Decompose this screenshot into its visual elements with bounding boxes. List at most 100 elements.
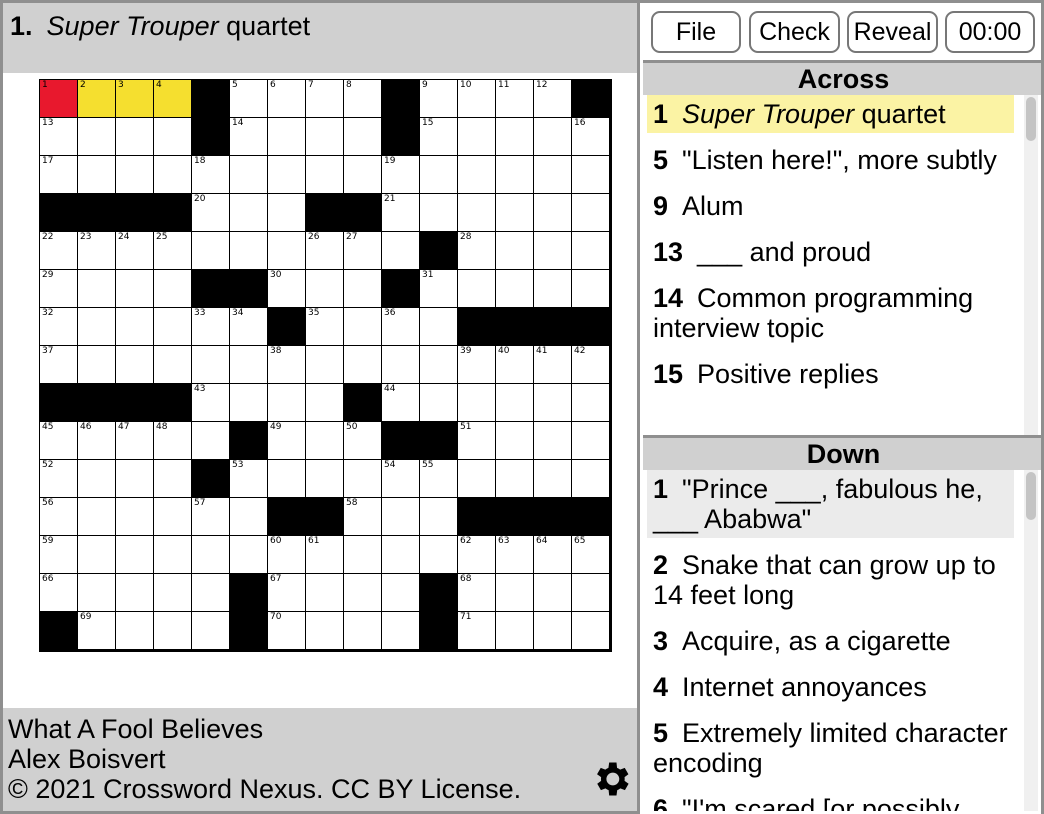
grid-cell[interactable]: 16 [572,118,609,155]
grid-cell[interactable] [192,612,229,649]
grid-cell[interactable]: 47 [116,422,153,459]
grid-cell[interactable] [496,118,533,155]
grid-cell[interactable] [420,536,457,573]
grid-cell[interactable] [192,574,229,611]
grid-cell[interactable] [458,156,495,193]
grid-cell[interactable]: 21 [382,194,419,231]
grid-cell[interactable]: 58 [344,498,381,535]
grid-cell[interactable] [534,270,571,307]
grid-cell[interactable] [78,460,115,497]
grid-cell[interactable]: 70 [268,612,305,649]
grid-cell[interactable]: 64 [534,536,571,573]
across-clue-9[interactable]: 9 Alum [647,187,1014,225]
grid-cell[interactable]: 34 [230,308,267,345]
grid-cell[interactable] [154,460,191,497]
grid-cell[interactable] [344,346,381,383]
grid-cell[interactable] [496,574,533,611]
grid-cell[interactable]: 52 [40,460,77,497]
grid-cell[interactable] [534,194,571,231]
grid-cell[interactable] [534,384,571,421]
grid-cell[interactable] [420,384,457,421]
grid-cell[interactable] [534,574,571,611]
grid-cell[interactable] [230,194,267,231]
grid-cell[interactable] [78,270,115,307]
grid-cell[interactable] [496,156,533,193]
down-clue-list[interactable]: 1 "Prince ___, fabulous he, ___ Ababwa" 2 S… [643,470,1044,811]
grid-cell[interactable]: 12 [534,80,571,117]
grid-cell[interactable] [420,156,457,193]
grid-cell[interactable]: 28 [458,232,495,269]
grid-cell[interactable]: 2 [78,80,115,117]
grid-cell[interactable]: 32 [40,308,77,345]
grid-cell[interactable] [306,118,343,155]
grid-cell[interactable] [572,194,609,231]
grid-cell[interactable] [192,422,229,459]
grid-cell[interactable]: 22 [40,232,77,269]
grid-cell[interactable] [458,194,495,231]
grid-cell[interactable] [306,460,343,497]
grid-cell[interactable] [230,536,267,573]
grid-cell[interactable]: 44 [382,384,419,421]
grid-cell[interactable] [382,346,419,383]
crossword-grid[interactable]: 1 2 3 4 5 6 7 8 9 10 11 12 13 14 15 16 17 18 19 20 21 22 23 24 2… [39,79,612,652]
grid-cell[interactable]: 1 [40,80,77,117]
grid-cell[interactable] [344,460,381,497]
grid-cell[interactable] [344,612,381,649]
across-scrollbar[interactable] [1024,95,1038,435]
grid-cell[interactable] [382,612,419,649]
grid-cell[interactable]: 40 [496,346,533,383]
grid-cell[interactable]: 10 [458,80,495,117]
reveal-button[interactable]: Reveal [847,11,938,53]
grid-cell[interactable] [78,498,115,535]
grid-cell[interactable]: 5 [230,80,267,117]
grid-cell[interactable] [496,612,533,649]
down-clue-6[interactable]: 6 "I'm scared [or possibly [647,790,1014,811]
grid-cell[interactable] [268,194,305,231]
grid-cell[interactable] [420,194,457,231]
grid-cell[interactable] [534,156,571,193]
grid-cell[interactable]: 11 [496,80,533,117]
grid-cell[interactable] [78,574,115,611]
grid-cell[interactable] [572,574,609,611]
grid-cell[interactable]: 14 [230,118,267,155]
grid-cell[interactable] [192,346,229,383]
grid-cell[interactable] [344,156,381,193]
grid-cell[interactable]: 33 [192,308,229,345]
grid-cell[interactable] [78,156,115,193]
grid-cell[interactable]: 41 [534,346,571,383]
grid-cell[interactable] [192,232,229,269]
across-clue-5[interactable]: 5 "Listen here!", more subtly [647,141,1014,179]
check-button[interactable]: Check [749,11,840,53]
grid-cell[interactable] [382,498,419,535]
grid-cell[interactable] [268,460,305,497]
grid-cell[interactable] [116,612,153,649]
grid-cell[interactable] [306,422,343,459]
grid-cell[interactable]: 62 [458,536,495,573]
grid-cell[interactable] [116,346,153,383]
grid-cell[interactable] [268,232,305,269]
grid-cell[interactable]: 25 [154,232,191,269]
grid-cell[interactable]: 42 [572,346,609,383]
grid-cell[interactable]: 23 [78,232,115,269]
grid-cell[interactable] [496,422,533,459]
grid-cell[interactable] [306,346,343,383]
grid-cell[interactable] [572,270,609,307]
grid-cell[interactable]: 35 [306,308,343,345]
grid-cell[interactable] [572,422,609,459]
grid-cell[interactable] [116,498,153,535]
across-clue-13[interactable]: 13 ___ and proud [647,233,1014,271]
grid-cell[interactable] [78,346,115,383]
grid-cell[interactable] [344,118,381,155]
grid-cell[interactable]: 19 [382,156,419,193]
grid-cell[interactable] [420,346,457,383]
grid-cell[interactable]: 43 [192,384,229,421]
grid-cell[interactable] [154,612,191,649]
grid-cell[interactable]: 8 [344,80,381,117]
grid-cell[interactable] [496,232,533,269]
grid-cell[interactable] [496,460,533,497]
grid-cell[interactable] [306,384,343,421]
across-clue-14[interactable]: 14 Common programming interview topic [647,279,1014,347]
grid-cell[interactable] [572,384,609,421]
grid-cell[interactable]: 6 [268,80,305,117]
grid-cell[interactable]: 63 [496,536,533,573]
